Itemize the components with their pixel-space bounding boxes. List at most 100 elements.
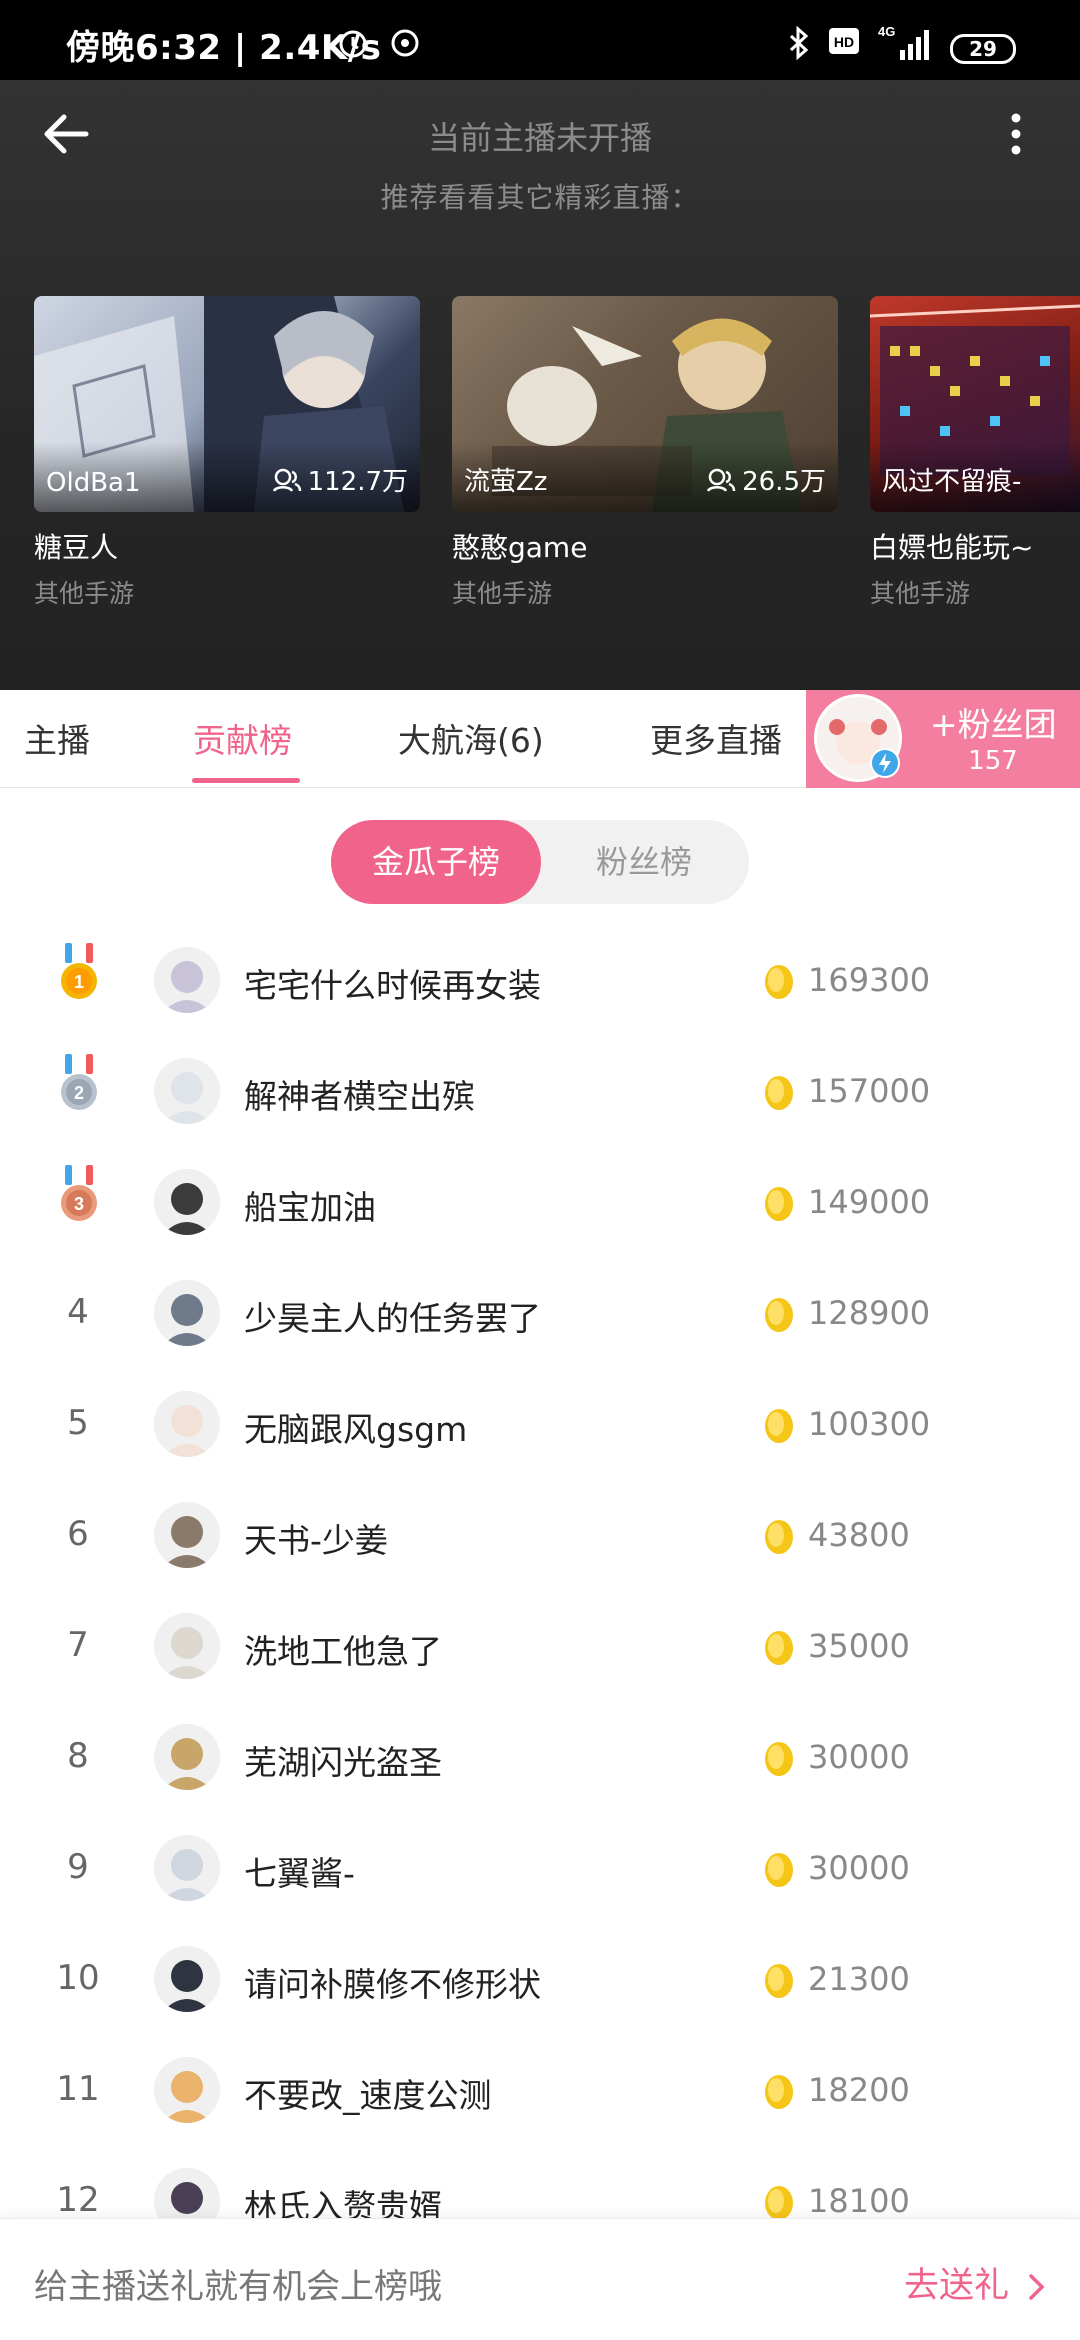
user-avatar[interactable] <box>154 947 220 1013</box>
hd-icon: HD <box>828 26 860 60</box>
user-avatar[interactable] <box>154 1946 220 2012</box>
rank-row[interactable]: 8 芜湖闪光盗圣 30000 <box>0 1702 1080 1813</box>
gift-hint: 给主播送礼就有机会上榜哦 <box>34 2267 442 2307</box>
user-name: 少昊主人的任务罢了 <box>244 1299 541 1338</box>
fans-club-button[interactable]: +粉丝团 157 <box>806 690 1080 788</box>
gold-seed-icon <box>760 1183 798 1223</box>
rank-row[interactable]: 7 洗地工他急了 35000 <box>0 1591 1080 1702</box>
tab-more-live[interactable]: 更多直播 <box>650 714 782 762</box>
user-avatar[interactable] <box>154 1058 220 1124</box>
svg-text:HD: HD <box>834 34 854 50</box>
user-name: 宅宅什么时候再女装 <box>244 966 541 1005</box>
rank-row[interactable]: 1 宅宅什么时候再女装 169300 <box>0 925 1080 1036</box>
rank-medal-icon: 1 <box>56 941 102 1007</box>
rank-number: 9 <box>67 1847 89 1887</box>
gold-seed-icon <box>760 1294 798 1334</box>
fans-club-label: +粉丝团 <box>930 705 1057 744</box>
uploader-name: OldBa1 <box>46 468 141 498</box>
user-avatar[interactable] <box>154 2057 220 2123</box>
user-name: 洗地工他急了 <box>244 1632 442 1671</box>
battery-icon: 29 <box>950 34 1016 64</box>
rank-number: 8 <box>67 1736 89 1776</box>
viewers-icon <box>706 468 736 492</box>
send-gift-label: 去送礼 <box>904 2266 1010 2306</box>
bottom-bar: 给主播送礼就有机会上榜哦 去送礼 <box>0 2218 1080 2340</box>
tab-guard[interactable]: 大航海(6) <box>398 714 544 762</box>
gold-seed-icon <box>760 1849 798 1889</box>
rank-row[interactable]: 4 少昊主人的任务罢了 128900 <box>0 1258 1080 1369</box>
user-name: 请问补膜修不修形状 <box>244 1965 541 2004</box>
gold-seed-score: 30000 <box>808 1738 910 1776</box>
rank-row[interactable]: 10 请问补膜修不修形状 21300 <box>0 1924 1080 2035</box>
tab-contribution[interactable]: 贡献榜 <box>193 714 292 762</box>
gold-seed-score: 21300 <box>808 1960 910 1998</box>
recommend-card[interactable]: 流萤Zz 26.5万 憨憨game 其他手游 <box>452 296 838 610</box>
alarm-icon <box>336 26 370 64</box>
rank-number: 5 <box>67 1403 89 1443</box>
svg-text:1: 1 <box>74 972 84 992</box>
segment-gold-seeds[interactable]: 金瓜子榜 <box>331 820 541 904</box>
user-name: 无脑跟风gsgm <box>244 1410 468 1449</box>
stream-title: 白嫖也能玩~ <box>870 531 1034 564</box>
rank-row[interactable]: 2 解神者横空出殡 157000 <box>0 1036 1080 1147</box>
gold-seed-icon <box>760 961 798 1001</box>
gold-seed-score: 169300 <box>808 961 931 999</box>
gold-seed-score: 18200 <box>808 2071 910 2109</box>
gold-seed-score: 35000 <box>808 1627 910 1665</box>
rank-row[interactable]: 11 不要改_速度公测 18200 <box>0 2035 1080 2146</box>
stream-thumbnail: OldBa1 112.7万 <box>34 296 420 512</box>
recommend-card[interactable]: OldBa1 112.7万 糖豆人 其他手游 <box>34 296 420 610</box>
user-avatar[interactable] <box>154 1613 220 1679</box>
user-name: 不要改_速度公测 <box>244 2076 492 2115</box>
svg-text:2: 2 <box>74 1083 84 1103</box>
user-name: 船宝加油 <box>244 1188 376 1227</box>
svg-text:3: 3 <box>74 1194 84 1214</box>
rank-row[interactable]: 6 天书-少姜 43800 <box>0 1480 1080 1591</box>
stream-thumbnail: 风过不留痕- <box>870 296 1080 512</box>
rank-type-switch: 金瓜子榜 粉丝榜 <box>331 820 749 904</box>
gold-seed-score: 157000 <box>808 1072 931 1110</box>
user-name: 解神者横空出殡 <box>244 1077 475 1116</box>
stream-title: 糖豆人 <box>34 531 119 564</box>
send-gift-link[interactable]: 去送礼 <box>904 2257 1048 2308</box>
view-count: 112.7万 <box>272 461 408 498</box>
rank-number: 10 <box>56 1958 100 1998</box>
rank-row[interactable]: 3 船宝加油 149000 <box>0 1147 1080 1258</box>
rank-number: 12 <box>56 2180 100 2220</box>
uploader-name: 流萤Zz <box>464 467 548 497</box>
user-avatar[interactable] <box>154 1502 220 1568</box>
recommend-card[interactable]: 风过不留痕- 白嫖也能玩~ 其他手游 <box>870 296 1080 610</box>
rank-number: 4 <box>67 1292 89 1332</box>
rank-medal-icon: 2 <box>56 1052 102 1118</box>
stream-thumbnail: 流萤Zz 26.5万 <box>452 296 838 512</box>
status-bar: 傍晚6:32 | 2.4K/s HD 4G 29 <box>0 0 1080 80</box>
uploader-name: 风过不留痕- <box>882 467 1022 497</box>
user-avatar[interactable] <box>154 1280 220 1346</box>
gold-seed-icon <box>760 1516 798 1556</box>
signal-4g-icon: 4G <box>878 24 936 66</box>
segment-fans[interactable]: 粉丝榜 <box>539 820 749 904</box>
gold-seed-icon <box>760 1405 798 1445</box>
tab-streamer[interactable]: 主播 <box>24 714 90 762</box>
rank-number: 6 <box>67 1514 89 1554</box>
offline-subtitle: 推荐看看其它精彩直播： <box>380 181 700 214</box>
sync-icon <box>388 26 422 64</box>
chevron-right-icon <box>1029 2274 1045 2300</box>
gold-seed-score: 30000 <box>808 1849 910 1887</box>
rank-row[interactable]: 9 七翼酱- 30000 <box>0 1813 1080 1924</box>
gold-seed-icon <box>760 2182 798 2222</box>
gold-seed-icon <box>760 1072 798 1112</box>
rank-medal-icon: 3 <box>56 1163 102 1229</box>
user-avatar[interactable] <box>154 1391 220 1457</box>
rank-row[interactable]: 5 无脑跟风gsgm 100300 <box>0 1369 1080 1480</box>
status-time: 傍晚6:32 | 2.4K/s <box>66 28 382 68</box>
stream-title: 憨憨game <box>452 531 588 564</box>
user-avatar[interactable] <box>154 1169 220 1235</box>
user-avatar[interactable] <box>154 1724 220 1790</box>
user-avatar[interactable] <box>154 1835 220 1901</box>
viewers-icon <box>272 468 301 492</box>
gold-seed-icon <box>760 2071 798 2111</box>
gold-seed-score: 100300 <box>808 1405 931 1443</box>
rank-number: 11 <box>56 2069 100 2109</box>
view-count-value: 112.7万 <box>307 467 408 497</box>
